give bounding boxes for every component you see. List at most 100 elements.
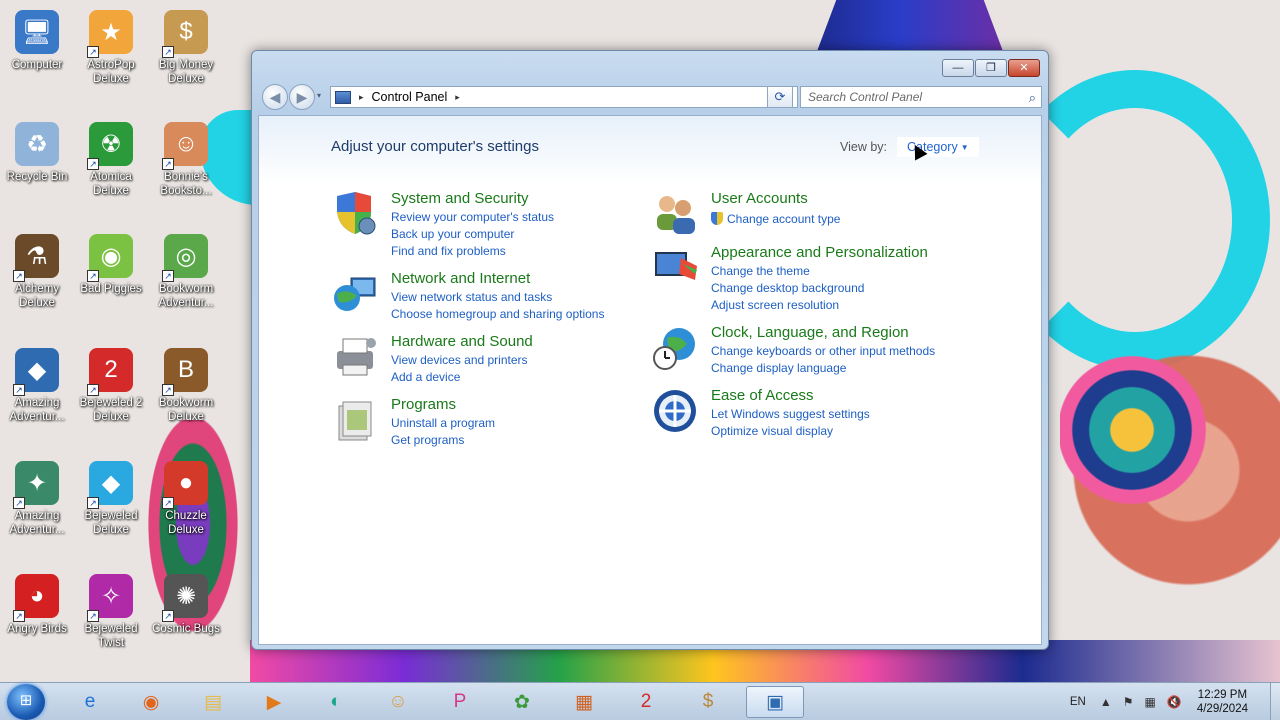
refresh-button[interactable]: ⟳ [767, 86, 793, 108]
monitor-paint-icon[interactable] [651, 244, 699, 292]
desktop-icon-label: Bejeweled 2 Deluxe [79, 397, 143, 423]
task-link[interactable]: Add a device [391, 369, 528, 386]
chevron-down-icon: ▼ [960, 143, 969, 153]
peggle-icon[interactable]: P [436, 686, 484, 718]
task-link[interactable]: Let Windows suggest settings [711, 406, 870, 423]
category-task-links: Change keyboards or other input methods C… [711, 343, 935, 377]
users-icon[interactable] [651, 190, 699, 238]
task-link[interactable]: View devices and printers [391, 352, 528, 369]
task-link-text: Change account type [727, 212, 841, 226]
task-link[interactable]: Review your computer's status [391, 209, 554, 226]
control-panel-taskbar-icon[interactable]: ▣ [746, 686, 804, 718]
bejeweled-icon: ◆ ↗ [87, 461, 133, 509]
task-link[interactable]: View network status and tasks [391, 289, 604, 306]
desktop-icon[interactable]: ◆ ↗ Bejeweled Deluxe [74, 461, 148, 537]
network-icon[interactable]: ▦ [1145, 695, 1156, 709]
breadcrumb-control-panel[interactable]: Control Panel [372, 90, 448, 104]
task-link[interactable]: Adjust screen resolution [711, 297, 864, 314]
task-link[interactable]: Change keyboards or other input methods [711, 343, 935, 360]
language-indicator[interactable]: EN [1070, 696, 1086, 708]
desktop-icon[interactable]: ✺ ↗ Cosmic Bugs [149, 574, 223, 636]
task-link[interactable]: Choose homegroup and sharing options [391, 306, 604, 323]
ease-of-access-icon[interactable] [651, 387, 699, 435]
desktop-icon[interactable]: ♻ Recycle Bin [0, 122, 74, 184]
media-player-icon[interactable]: ▶ [250, 686, 298, 718]
angry-birds-icon: ◕ ↗ [13, 574, 59, 622]
desktop-icon[interactable]: ◎ ↗ Bookworm Adventur... [149, 234, 223, 310]
breadcrumb-separator[interactable]: ▸ [359, 92, 364, 103]
close-button[interactable]: ✕ [1008, 59, 1040, 77]
task-link[interactable]: Change the theme [711, 263, 864, 280]
game-character-icon[interactable]: ☺ [374, 686, 422, 718]
show-desktop-button[interactable] [1270, 683, 1280, 720]
task-link[interactable]: Uninstall a program [391, 415, 495, 432]
task-link-text: Add a device [391, 370, 461, 384]
system-tray: EN ▲ ⚑ ▦ 🔇 12:29 PM 4/29/2024 [1070, 683, 1280, 720]
desktop-icon[interactable]: ● ↗ Chuzzle Deluxe [149, 461, 223, 537]
shield-icon[interactable] [331, 190, 379, 238]
printer-icon[interactable] [331, 333, 379, 381]
desktop-icon-label: Amazing Adventur... [9, 397, 65, 423]
shortcut-arrow-icon: ↗ [13, 270, 25, 282]
category-title-link[interactable]: System and Security [391, 190, 529, 207]
task-link[interactable]: Change display language [711, 360, 935, 377]
minimize-button[interactable]: — [942, 59, 974, 77]
network-globe-icon[interactable] [331, 270, 379, 318]
task-link[interactable]: Find and fix problems [391, 243, 554, 260]
recent-pages-dropdown[interactable]: ▾ [317, 91, 321, 100]
breadcrumb-separator[interactable]: ▸ [455, 92, 460, 103]
task-link-text: Change display language [711, 361, 847, 375]
desktop-icon[interactable]: ☢ ↗ Atomica Deluxe [74, 122, 148, 198]
task-link-text: Find and fix problems [391, 244, 506, 258]
search-input[interactable]: Search Control Panel ⌕ [800, 86, 1042, 108]
window-controls: — ❐ ✕ [942, 59, 1040, 77]
back-button[interactable]: ◀ [262, 84, 288, 110]
zuma-icon[interactable]: ◐ [312, 686, 360, 718]
plants-zombies-icon[interactable]: ✿ [498, 686, 546, 718]
forward-button[interactable]: ▶ [289, 84, 315, 110]
category-title-link[interactable]: Network and Internet [391, 270, 530, 287]
show-hidden-icons-icon[interactable]: ▲ [1100, 695, 1112, 709]
big-money-taskbar-icon[interactable]: $ [684, 686, 732, 718]
category-title-link[interactable]: Hardware and Sound [391, 333, 533, 350]
desktop-icon[interactable]: $ ↗ Big Money Deluxe [149, 10, 223, 86]
category-title-link[interactable]: Ease of Access [711, 387, 814, 404]
firefox-icon[interactable]: ◉ [127, 686, 175, 718]
clock-globe-icon[interactable] [651, 324, 699, 372]
desktop-icon[interactable]: ◉ ↗ Bad Piggies [74, 234, 148, 296]
file-explorer-icon[interactable]: ▤ [189, 686, 237, 718]
desktop-icon[interactable]: ✦ ↗ Amazing Adventur... [0, 461, 74, 537]
task-link[interactable]: Get programs [391, 432, 495, 449]
bejeweled-2-taskbar-icon[interactable]: 2 [622, 686, 670, 718]
clock[interactable]: 12:29 PM 4/29/2024 [1197, 688, 1248, 716]
task-link[interactable]: Optimize visual display [711, 423, 870, 440]
category-title-link[interactable]: Appearance and Personalization [711, 244, 928, 261]
desktop-icon[interactable]: ✧ ↗ Bejeweled Twist [74, 574, 148, 650]
category-title-link[interactable]: Clock, Language, and Region [711, 324, 909, 341]
start-button[interactable]: ⊞ [7, 684, 45, 720]
task-link[interactable]: Change account type [711, 211, 840, 228]
desktop-icon-label: Bookworm Deluxe [158, 397, 214, 423]
action-center-flag-icon[interactable]: ⚑ [1123, 695, 1134, 709]
address-bar[interactable]: ▸ Control Panel ▸ ▼ [330, 86, 798, 108]
category-title-link[interactable]: Programs [391, 396, 456, 413]
blocks-game-icon[interactable]: ▦ [560, 686, 608, 718]
desktop-icon[interactable]: ◕ ↗ Angry Birds [0, 574, 74, 636]
search-icon[interactable]: ⌕ [1029, 88, 1036, 108]
desktop-icon[interactable]: ★ ↗ AstroPop Deluxe [74, 10, 148, 86]
desktop-icon[interactable]: 2 ↗ Bejeweled 2 Deluxe [74, 348, 148, 424]
task-link-text: Uninstall a program [391, 416, 496, 430]
category-title-link[interactable]: User Accounts [711, 190, 808, 207]
desktop-icon[interactable]: 🖥 Computer [0, 10, 74, 72]
desktop-icon[interactable]: B ↗ Bookworm Deluxe [149, 348, 223, 424]
maximize-button[interactable]: ❐ [975, 59, 1007, 77]
internet-explorer-icon[interactable]: e [66, 686, 114, 718]
volume-muted-icon[interactable]: 🔇 [1167, 695, 1182, 709]
task-link[interactable]: Back up your computer [391, 226, 554, 243]
desktop-icon[interactable]: ◆ ↗ Amazing Adventur... [0, 348, 74, 424]
shortcut-arrow-icon: ↗ [162, 46, 174, 58]
programs-icon[interactable] [331, 396, 379, 444]
desktop-icon[interactable]: ☺ ↗ Bonnie's Booksto... [149, 122, 223, 198]
task-link[interactable]: Change desktop background [711, 280, 864, 297]
desktop-icon[interactable]: ⚗ ↗ Alchemy Deluxe [0, 234, 74, 310]
